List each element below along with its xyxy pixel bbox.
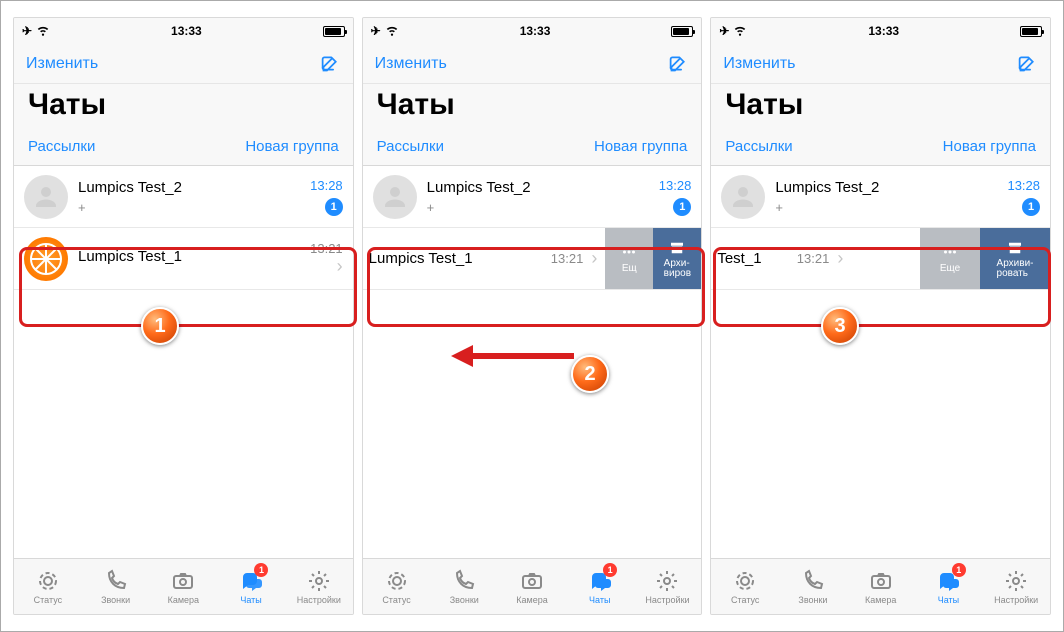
airplane-mode-icon: ✈ bbox=[22, 24, 32, 38]
chat-name: Lumpics Test_1 bbox=[78, 248, 304, 265]
unread-badge: 1 bbox=[325, 198, 343, 216]
battery-icon bbox=[1020, 26, 1042, 37]
chat-list: Lumpics Test_2 + 13:28 1 Lumpics Test_1 … bbox=[363, 166, 702, 558]
swipe-archive-button[interactable]: Архи-виров bbox=[653, 228, 701, 289]
swipe-archive-button[interactable]: Архиви-ровать bbox=[980, 228, 1050, 289]
status-bar: ✈ 13:33 bbox=[363, 18, 702, 44]
sub-bar: Рассылки Новая группа bbox=[14, 132, 353, 166]
tab-chats[interactable]: Чаты1 bbox=[566, 559, 634, 614]
tab-status[interactable]: Статус bbox=[711, 559, 779, 614]
unread-badge: 1 bbox=[673, 198, 691, 216]
chat-preview: + bbox=[775, 200, 1001, 215]
status-bar: ✈ 13:33 bbox=[14, 18, 353, 44]
status-bar: ✈ 13:33 bbox=[711, 18, 1050, 44]
broadcasts-link[interactable]: Рассылки bbox=[725, 138, 792, 155]
battery-icon bbox=[671, 26, 693, 37]
nav-bar: Изменить bbox=[711, 44, 1050, 84]
airplane-mode-icon: ✈ bbox=[719, 24, 729, 38]
airplane-mode-icon: ✈ bbox=[371, 24, 381, 38]
chat-time: 13:21 bbox=[545, 251, 584, 266]
chat-row[interactable]: Lumpics Test_1 13:21 › bbox=[14, 228, 353, 290]
swipe-more-button[interactable]: Ещ bbox=[605, 228, 653, 289]
wifi-icon bbox=[733, 23, 747, 40]
tab-calls[interactable]: Звонки bbox=[430, 559, 498, 614]
tutorial-stage: ✈ 13:33 Изменить Чаты Рассылки Новая гру… bbox=[0, 0, 1064, 632]
wifi-icon bbox=[385, 23, 399, 40]
chat-time: 13:21 bbox=[787, 251, 830, 266]
chat-time: 13:28 bbox=[304, 178, 343, 193]
chat-row-swiped[interactable]: Lumpics Test_1 13:21 › Ещ Архи-виров bbox=[363, 228, 702, 290]
tab-settings[interactable]: Настройки bbox=[982, 559, 1050, 614]
unread-badge: 1 bbox=[1022, 198, 1040, 216]
broadcasts-link[interactable]: Рассылки bbox=[28, 138, 95, 155]
tab-camera[interactable]: Камера bbox=[149, 559, 217, 614]
status-time: 13:33 bbox=[171, 24, 202, 38]
chat-preview: + bbox=[78, 200, 304, 215]
tab-settings[interactable]: Настройки bbox=[285, 559, 353, 614]
chevron-right-icon: › bbox=[333, 256, 343, 277]
phone-screen-2: ✈ 13:33 Изменить Чаты Рассылки Новая гру… bbox=[362, 17, 703, 615]
broadcasts-link[interactable]: Рассылки bbox=[377, 138, 444, 155]
page-title: Чаты bbox=[14, 84, 353, 132]
chat-time: 13:28 bbox=[653, 178, 692, 193]
tab-calls[interactable]: Звонки bbox=[82, 559, 150, 614]
chat-list: Lumpics Test_2 + 13:28 1 Lumpics Test_1 bbox=[14, 166, 353, 558]
chat-row[interactable]: Lumpics Test_2 + 13:28 1 bbox=[14, 166, 353, 228]
chat-name: Lumpics Test_2 bbox=[775, 179, 1001, 196]
chat-name: Lumpics Test_2 bbox=[427, 179, 653, 196]
phone-screen-1: ✈ 13:33 Изменить Чаты Рассылки Новая гру… bbox=[13, 17, 354, 615]
swipe-more-button[interactable]: Еще bbox=[920, 228, 980, 289]
chevron-right-icon: › bbox=[829, 248, 851, 269]
tab-settings[interactable]: Настройки bbox=[634, 559, 702, 614]
tab-status[interactable]: Статус bbox=[363, 559, 431, 614]
chevron-right-icon: › bbox=[583, 248, 605, 269]
chat-preview: + bbox=[427, 200, 653, 215]
sub-bar: Рассылки Новая группа bbox=[711, 132, 1050, 166]
chat-list: Lumpics Test_2 + 13:28 1 Test_1 13:21 › bbox=[711, 166, 1050, 558]
compose-icon[interactable] bbox=[1017, 53, 1038, 74]
edit-button[interactable]: Изменить bbox=[375, 55, 447, 73]
chat-row[interactable]: Lumpics Test_2 + 13:28 1 bbox=[363, 166, 702, 228]
chat-name: Lumpics Test_1 bbox=[369, 250, 545, 267]
sub-bar: Рассылки Новая группа bbox=[363, 132, 702, 166]
edit-button[interactable]: Изменить bbox=[26, 55, 98, 73]
avatar bbox=[373, 175, 417, 219]
tab-chats[interactable]: Чаты1 bbox=[915, 559, 983, 614]
edit-button[interactable]: Изменить bbox=[723, 55, 795, 73]
avatar bbox=[721, 175, 765, 219]
tab-status[interactable]: Статус bbox=[14, 559, 82, 614]
nav-bar: Изменить bbox=[363, 44, 702, 84]
compose-icon[interactable] bbox=[320, 53, 341, 74]
tab-camera[interactable]: Камера bbox=[498, 559, 566, 614]
status-time: 13:33 bbox=[868, 24, 899, 38]
page-title: Чаты bbox=[363, 84, 702, 132]
tab-bar: Статус Звонки Камера Чаты 1 Настройки bbox=[14, 558, 353, 614]
newgroup-link[interactable]: Новая группа bbox=[943, 138, 1036, 155]
chat-row-swiped[interactable]: Test_1 13:21 › Еще Архиви-ровать bbox=[711, 228, 1050, 290]
avatar bbox=[24, 175, 68, 219]
tab-bar: Статус Звонки Камера Чаты1 Настройки bbox=[711, 558, 1050, 614]
compose-icon[interactable] bbox=[668, 53, 689, 74]
status-time: 13:33 bbox=[520, 24, 551, 38]
tab-bar: Статус Звонки Камера Чаты1 Настройки bbox=[363, 558, 702, 614]
chat-name: Lumpics Test_2 bbox=[78, 179, 304, 196]
tab-chats[interactable]: Чаты 1 bbox=[217, 559, 285, 614]
chat-row[interactable]: Lumpics Test_2 + 13:28 1 bbox=[711, 166, 1050, 228]
tab-calls[interactable]: Звонки bbox=[779, 559, 847, 614]
tab-badge: 1 bbox=[603, 563, 617, 577]
page-title: Чаты bbox=[711, 84, 1050, 132]
tab-badge: 1 bbox=[254, 563, 268, 577]
newgroup-link[interactable]: Новая группа bbox=[594, 138, 687, 155]
avatar bbox=[24, 237, 68, 281]
nav-bar: Изменить bbox=[14, 44, 353, 84]
newgroup-link[interactable]: Новая группа bbox=[245, 138, 338, 155]
chat-time: 13:21 bbox=[304, 241, 343, 256]
battery-icon bbox=[323, 26, 345, 37]
phone-screen-3: ✈ 13:33 Изменить Чаты Рассылки Новая гру… bbox=[710, 17, 1051, 615]
chat-time: 13:28 bbox=[1001, 178, 1040, 193]
tab-camera[interactable]: Камера bbox=[847, 559, 915, 614]
chat-name: Test_1 bbox=[717, 250, 786, 267]
wifi-icon bbox=[36, 23, 50, 40]
tab-badge: 1 bbox=[952, 563, 966, 577]
